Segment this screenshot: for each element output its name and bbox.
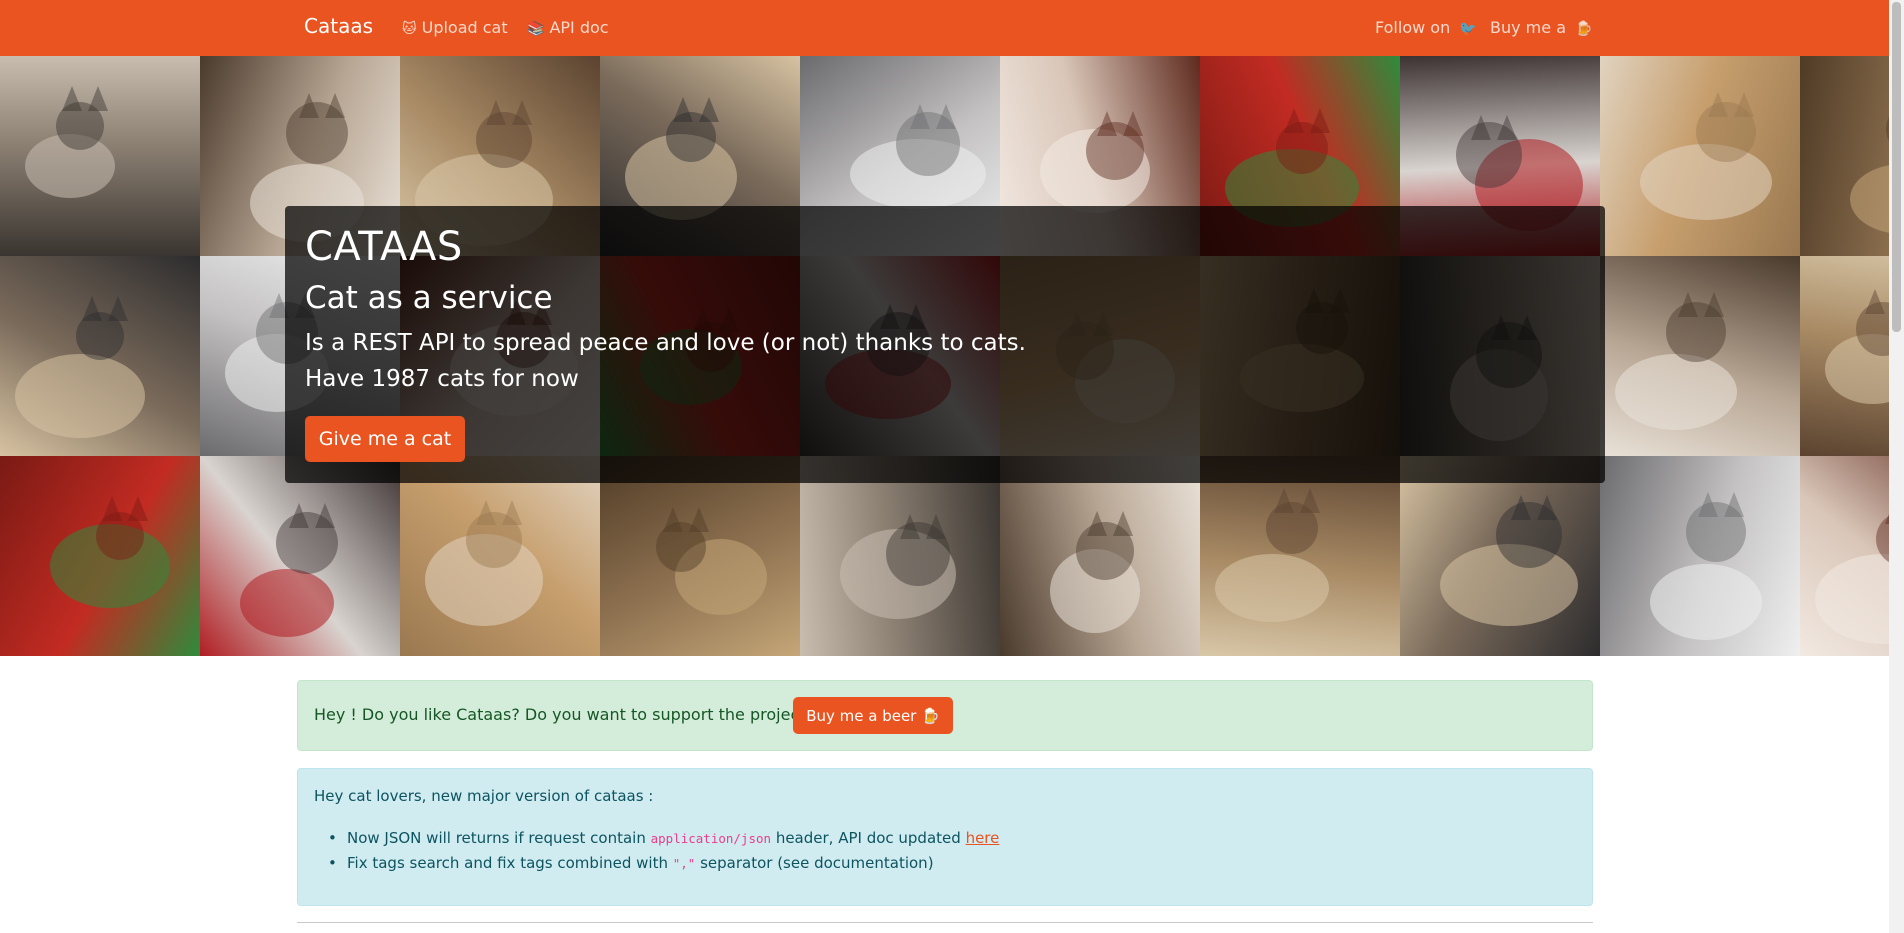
brand-link[interactable]: Cataas (304, 14, 373, 38)
support-alert: Hey ! Do you like Cataas? Do you want to… (297, 680, 1593, 751)
cat-photo (1000, 456, 1200, 656)
cat-photo (400, 456, 600, 656)
list-item: Fix tags search and fix tags combined wi… (314, 851, 999, 876)
list-item: Now JSON will returns if request contain… (314, 826, 999, 851)
follow-label: Follow on (1375, 18, 1451, 37)
navbar: Cataas 🐱 Upload cat 📚 API doc Follow on 🐦 … (0, 0, 1889, 56)
info-alert: Hey cat lovers, new major version of cat… (297, 768, 1593, 906)
hero-title: CATAAS (305, 224, 463, 270)
beer-mug-icon: 🍺 (1575, 21, 1593, 37)
changelog-list: Now JSON will returns if request contain… (314, 826, 999, 876)
book-icon: 📚 (527, 21, 545, 37)
cat-photo (1600, 56, 1800, 256)
section-divider (297, 922, 1593, 923)
hero-panel: CATAAS Cat as a service Is a REST API to… (285, 206, 1605, 483)
upload-cat-label: Upload cat (421, 18, 508, 37)
bird-icon: 🐦 (1459, 21, 1477, 37)
item1-pre: Now JSON will returns if request contain (347, 829, 651, 847)
json-code: application/json (650, 831, 772, 846)
cat-photo (200, 456, 400, 656)
info-heading: Hey cat lovers, new major version of cat… (314, 787, 654, 805)
cat-photo (1600, 456, 1800, 656)
support-text: Hey ! Do you like Cataas? Do you want to… (314, 705, 820, 724)
separator-code: "," (672, 856, 696, 871)
follow-link[interactable]: Follow on 🐦 (1375, 18, 1482, 37)
cat-photo (1400, 456, 1600, 656)
upload-cat-link[interactable]: 🐱 Upload cat (402, 18, 508, 37)
give-me-a-cat-button[interactable]: Give me a cat (305, 416, 465, 462)
item2-post: separator (see documentation) (695, 854, 934, 872)
hero-cat-count: Have 1987 cats for now (305, 366, 579, 392)
buy-me-link[interactable]: Buy me a 🍺 (1490, 18, 1598, 37)
cat-photo (1200, 456, 1400, 656)
hero-description: Is a REST API to spread peace and love (… (305, 330, 1026, 356)
cat-photo (1800, 256, 1889, 456)
api-doc-link[interactable]: 📚 API doc (527, 18, 609, 37)
cat-face-icon: 🐱 (402, 21, 417, 37)
cat-photo (0, 456, 200, 656)
cat-photo (0, 56, 200, 256)
page-scrollbar[interactable] (1889, 0, 1904, 933)
item1-mid: header, API doc updated (771, 829, 966, 847)
cat-photo (0, 256, 200, 456)
cat-photo (1600, 256, 1800, 456)
api-doc-label: API doc (549, 18, 609, 37)
buy-me-a-beer-button[interactable]: Buy me a beer 🍺 (793, 697, 953, 734)
scrollbar-thumb[interactable] (1892, 2, 1901, 332)
cat-photo (800, 456, 1000, 656)
cat-photo (1800, 456, 1889, 656)
cat-photo (1800, 56, 1889, 256)
item2-pre: Fix tags search and fix tags combined wi… (347, 854, 673, 872)
api-doc-here-link[interactable]: here (966, 829, 1000, 847)
buy-me-label: Buy me a (1490, 18, 1566, 37)
hero-subtitle: Cat as a service (305, 280, 553, 316)
cat-photo (600, 456, 800, 656)
